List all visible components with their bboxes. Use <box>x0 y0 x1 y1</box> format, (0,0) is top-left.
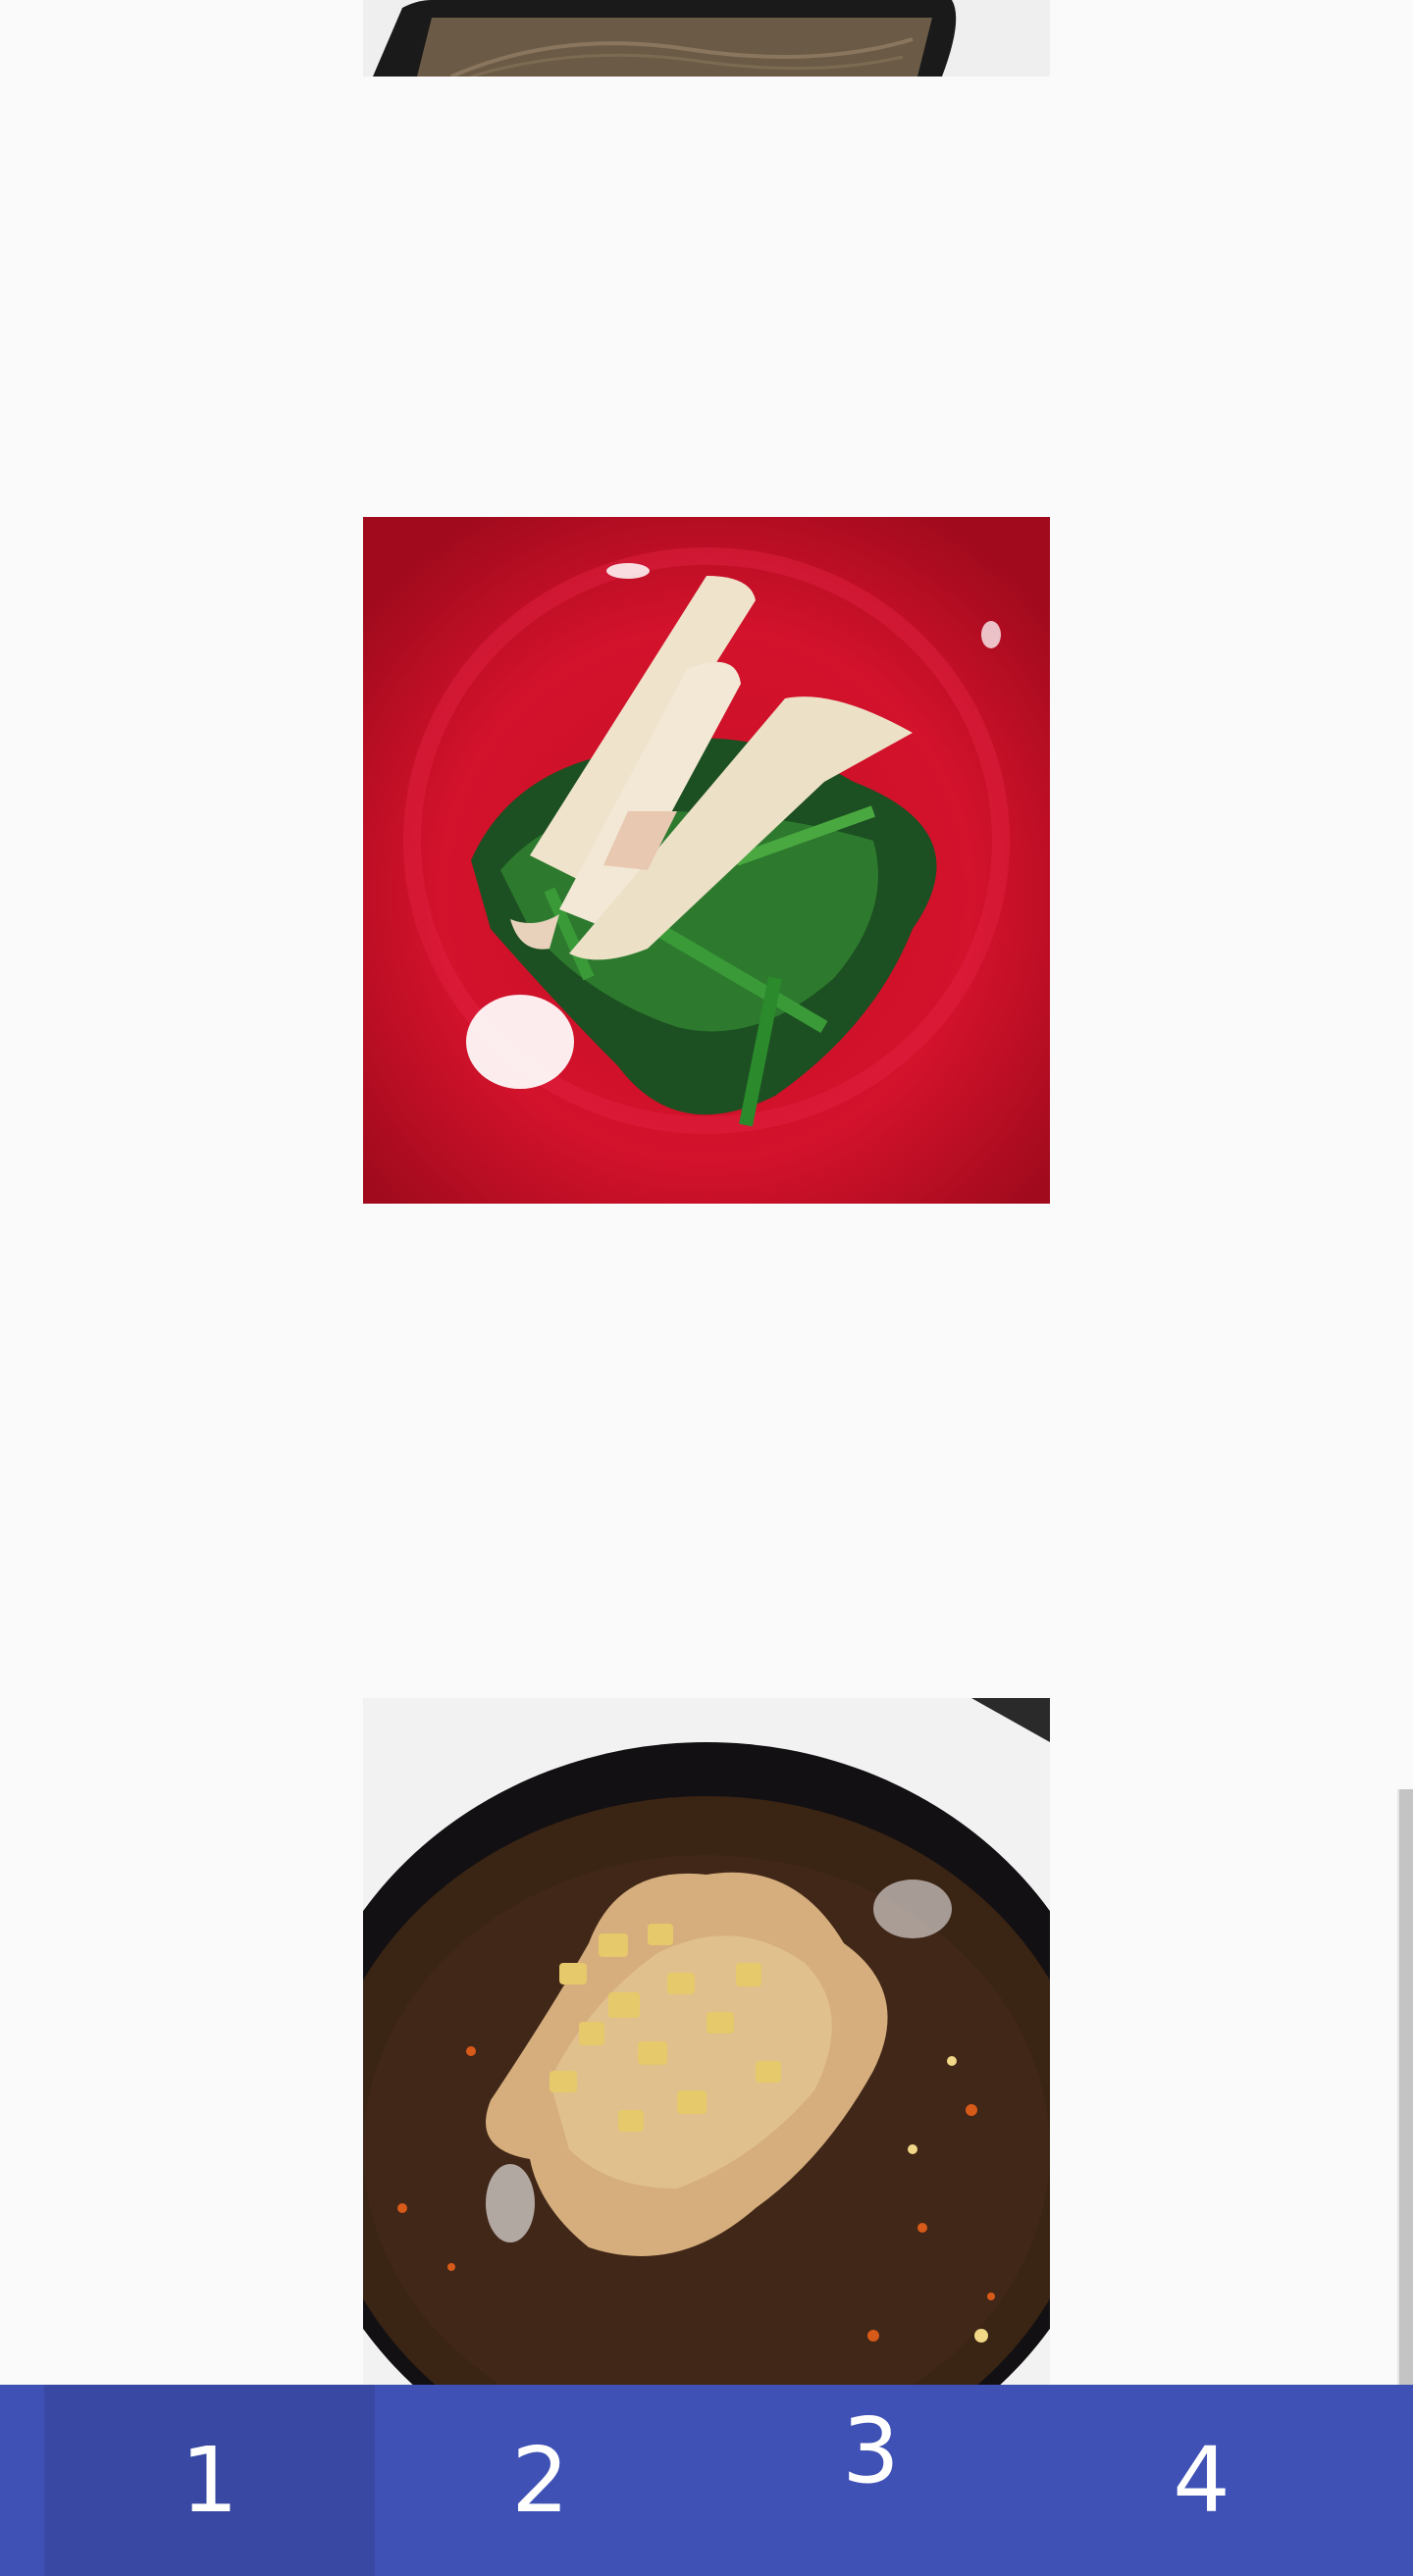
photo-2-image <box>363 517 1050 1204</box>
tab-1[interactable]: 1 <box>44 2385 375 2576</box>
tab-1-label: 1 <box>181 2427 238 2533</box>
food-photo-3[interactable] <box>363 1698 1050 2385</box>
tab-2-label: 2 <box>511 2427 569 2533</box>
bottom-tab-bar: 1 2 3 4 <box>0 2385 1413 2576</box>
photo-1-image <box>363 0 1050 77</box>
tab-bar-edge <box>0 2385 44 2576</box>
vertical-scrollbar[interactable] <box>1397 1789 1413 2386</box>
page: 1 2 3 4 <box>0 0 1413 2576</box>
tab-4-label: 4 <box>1173 2427 1230 2533</box>
tab-3-label: 3 <box>842 2397 900 2503</box>
tab-4[interactable]: 4 <box>1036 2385 1367 2576</box>
tab-3[interactable]: 3 <box>706 2385 1036 2576</box>
food-photo-1[interactable] <box>363 0 1050 77</box>
photo-3-image <box>363 1698 1050 2385</box>
food-photo-2[interactable] <box>363 517 1050 1204</box>
tab-2[interactable]: 2 <box>375 2385 706 2576</box>
